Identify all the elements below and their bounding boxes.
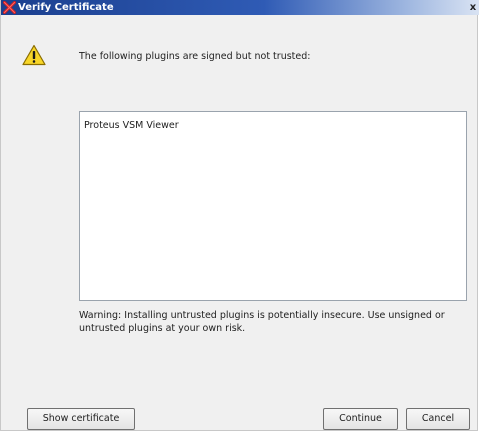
window-title: Verify Certificate: [18, 2, 114, 13]
untrusted-plugins-header: The following plugins are signed but not…: [79, 51, 311, 62]
cancel-button[interactable]: Cancel: [406, 408, 470, 430]
show-certificate-button[interactable]: Show certificate: [27, 408, 135, 430]
warning-icon: [22, 44, 46, 66]
continue-button[interactable]: Continue: [323, 408, 398, 430]
warning-message: Warning: Installing untrusted plugins is…: [79, 310, 445, 334]
close-button[interactable]: x: [467, 0, 479, 15]
red-x-icon: [3, 1, 16, 14]
plugin-list[interactable]: Proteus VSM Viewer: [79, 111, 467, 301]
title-bar[interactable]: Verify Certificate x: [1, 0, 479, 15]
verify-certificate-dialog: Verify Certificate x The following plugi…: [0, 0, 479, 431]
list-item[interactable]: Proteus VSM Viewer: [84, 120, 179, 131]
